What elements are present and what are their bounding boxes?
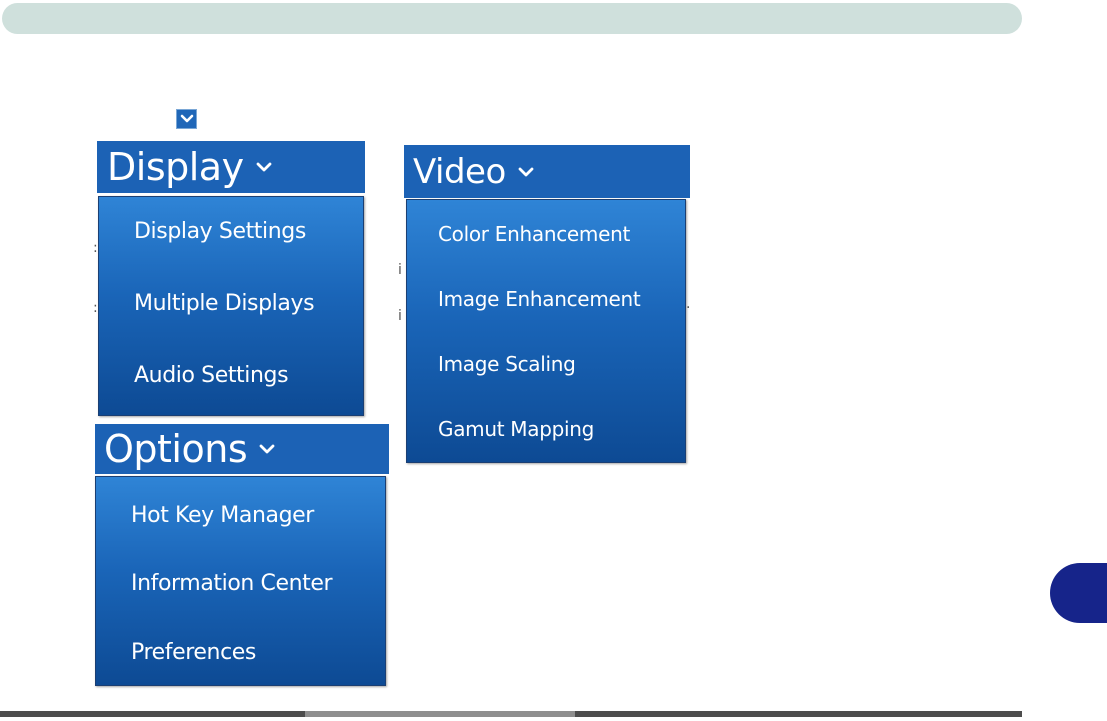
display-menu-dropdown: Display Settings Multiple Displays Audio…	[98, 196, 364, 416]
background-fragment: i	[398, 262, 402, 278]
background-fragment: :	[93, 300, 98, 316]
menu-item-image-enhancement[interactable]: Image Enhancement	[438, 287, 641, 311]
menu-item-preferences[interactable]: Preferences	[131, 640, 256, 665]
chevron-down-icon	[518, 167, 534, 177]
menu-item-display-settings[interactable]: Display Settings	[134, 219, 306, 244]
background-fragment: :	[93, 240, 98, 256]
display-menu-header[interactable]: Display	[97, 141, 365, 193]
menu-item-image-scaling[interactable]: Image Scaling	[438, 352, 576, 376]
video-menu-header[interactable]: Video	[404, 145, 690, 198]
menu-item-audio-settings[interactable]: Audio Settings	[134, 363, 289, 388]
menu-item-gamut-mapping[interactable]: Gamut Mapping	[438, 417, 594, 441]
menu-item-hot-key-manager[interactable]: Hot Key Manager	[131, 503, 314, 528]
chevron-down-icon[interactable]	[176, 109, 197, 129]
chevron-down-icon	[256, 162, 272, 172]
background-fragment: i	[398, 308, 402, 324]
chapter-tab	[1050, 563, 1107, 623]
options-menu-title: Options	[104, 427, 248, 471]
chevron-down-icon	[259, 444, 275, 454]
menu-item-color-enhancement[interactable]: Color Enhancement	[438, 222, 630, 246]
menu-item-information-center[interactable]: Information Center	[131, 571, 333, 596]
footer-rule-highlight	[305, 711, 575, 717]
video-menu-title: Video	[413, 151, 506, 192]
menu-item-multiple-displays[interactable]: Multiple Displays	[134, 291, 315, 316]
footer-rule	[0, 711, 1022, 717]
options-menu-dropdown: Hot Key Manager Information Center Prefe…	[95, 476, 386, 686]
page: : : i i · Display Display Settings Multi…	[0, 0, 1107, 721]
video-menu-dropdown: Color Enhancement Image Enhancement Imag…	[406, 199, 686, 463]
background-fragment: ·	[686, 300, 691, 316]
display-menu-title: Display	[107, 145, 244, 189]
options-menu-header[interactable]: Options	[95, 424, 389, 474]
header-bar	[2, 3, 1022, 34]
